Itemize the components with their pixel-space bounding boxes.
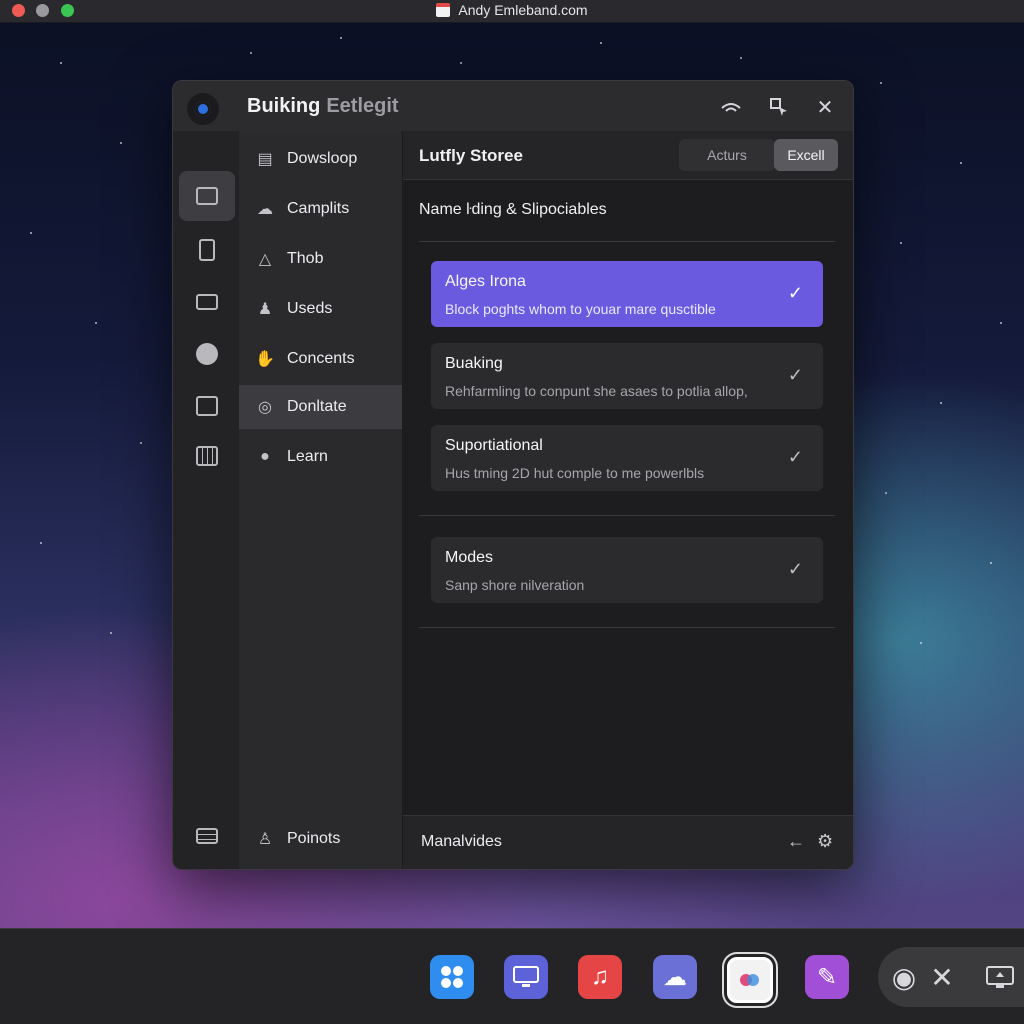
sidebar-item-label: Donltate [287, 398, 347, 415]
dock: ♫ ☁ ✎ ◉ ✕ [0, 928, 1024, 1024]
excel-button[interactable]: Excell [774, 139, 838, 171]
close-icon[interactable]: ✕ [811, 93, 839, 121]
donate-icon: ◎ [258, 399, 272, 416]
user-icon: ♟ [257, 301, 273, 318]
card-description: Hus tming 2D hut comple to me powerlbls [445, 465, 705, 481]
display-icon[interactable] [179, 171, 235, 221]
icon-rail [173, 131, 240, 869]
warning-icon: △ [258, 251, 272, 268]
section-title: Name ŀding & Slipociables [419, 201, 607, 218]
monitor-app-icon[interactable] [504, 955, 548, 999]
sidebar-item-learn[interactable]: ● Learn [239, 435, 402, 479]
checkmark-icon: ✓ [787, 283, 803, 303]
footer-title: Manalvides [421, 833, 502, 850]
menu-bar-title: Andy Emleband.com [0, 2, 1024, 18]
card-description: Sanp shore nilveration [445, 577, 585, 593]
app-title: Buiking Eetlegit [247, 95, 399, 118]
sidebar-item-camplits[interactable]: ☁ Camplits [239, 187, 402, 231]
calendar-icon [436, 3, 451, 17]
window-header: Buiking Eetlegit ✕ [173, 81, 853, 132]
option-card-buaking[interactable]: Buaking Rehfarmling to conpunt she asaes… [431, 343, 823, 409]
sidebar-nav: ▤ Dowsloop ☁ Camplits △ Thob ♟ Useds ✋ C… [239, 131, 403, 869]
gear-icon[interactable]: ⚙ [817, 831, 833, 852]
app-title-text: Buiking [247, 95, 321, 117]
sidebar-item-poinots[interactable]: ♙ Poinots [239, 817, 402, 861]
option-card-alges-irona[interactable]: Alges Irona Block poghts whom to youar m… [431, 261, 823, 327]
presentation-icon[interactable] [179, 277, 235, 327]
card-title: Modes [445, 549, 494, 566]
monitor-icon[interactable] [179, 381, 235, 431]
sidebar-item-label: Poinots [287, 830, 341, 847]
option-card-suportiational[interactable]: Suportiational Hus tming 2D hut comple t… [431, 425, 823, 491]
record-icon[interactable]: ◉ [886, 959, 922, 995]
person-icon: ♙ [257, 831, 273, 848]
sidebar-item-label: Thob [287, 250, 324, 267]
app-window: Buiking Eetlegit ✕ ▤ Dowsloop ☁ Camplits … [172, 80, 854, 870]
divider [419, 515, 835, 516]
calendar-grid-icon[interactable] [179, 431, 235, 481]
launchpad-icon[interactable] [430, 955, 474, 999]
checkmark-icon: ✓ [787, 447, 803, 467]
sidebar-item-dowsloop[interactable]: ▤ Dowsloop [239, 137, 402, 181]
music-icon[interactable]: ♫ [578, 955, 622, 999]
tablet-icon[interactable] [179, 225, 235, 275]
sidebar-item-useds[interactable]: ♟ Useds [239, 287, 402, 331]
card-title: Suportiational [445, 437, 543, 454]
sidebar-item-label: Learn [287, 448, 328, 465]
divider [419, 627, 835, 628]
screen-share-icon[interactable] [982, 959, 1018, 995]
main-content: Lutfly Storee Acturs Excell Name ŀding &… [403, 131, 853, 869]
menu-bar: Andy Emleband.com [0, 0, 1024, 23]
photos-icon[interactable] [727, 957, 773, 1003]
sidebar-item-donltate[interactable]: ◎ Donltate [239, 385, 402, 429]
cloud-icon: ☁ [257, 201, 273, 218]
info-icon[interactable] [179, 329, 235, 379]
actions-button[interactable]: Acturs [679, 139, 775, 171]
card-title: Alges Irona [445, 273, 526, 290]
sidebar-item-label: Useds [287, 300, 333, 317]
sidebar-item-label: Dowsloop [287, 150, 358, 167]
close-icon[interactable]: ✕ [924, 959, 960, 995]
checkmark-icon: ✓ [787, 559, 803, 579]
sidebar-item-label: Camplits [287, 200, 350, 217]
list-icon[interactable] [179, 811, 235, 861]
wifi-icon[interactable] [717, 93, 745, 121]
option-card-modes[interactable]: Modes Sanp shore nilveration ✓ [431, 537, 823, 603]
briefcase-icon: ▤ [257, 151, 273, 168]
sidebar-item-label: Concents [287, 350, 355, 367]
chat-icon: ● [260, 448, 270, 465]
page-title: Lutfly Storee [419, 146, 523, 165]
settings-cursor-icon[interactable] [765, 93, 793, 121]
sidebar-item-thob[interactable]: △ Thob [239, 237, 402, 281]
divider [419, 241, 835, 242]
app-logo-icon [187, 93, 219, 125]
content-header: Lutfly Storee Acturs Excell [403, 131, 853, 180]
dock-controls: ◉ ✕ [878, 947, 1024, 1007]
pen-app-icon[interactable]: ✎ [805, 955, 849, 999]
hand-icon: ✋ [255, 351, 275, 368]
sidebar-item-concents[interactable]: ✋ Concents [239, 337, 402, 381]
card-title: Buaking [445, 355, 503, 372]
checkmark-icon: ✓ [787, 365, 803, 385]
content-footer: Manalvides ← ⚙ [403, 815, 853, 869]
app-subtitle: Eetlegit [326, 95, 399, 117]
card-description: Block poghts whom to youar mare qusctibl… [445, 301, 716, 317]
cloud-app-icon[interactable]: ☁ [653, 955, 697, 999]
card-description: Rehfarmling to conpunt she asaes to potl… [445, 383, 748, 399]
back-arrow-icon[interactable]: ← [787, 831, 805, 852]
menu-bar-title-text: Andy Emleband.com [458, 2, 588, 18]
